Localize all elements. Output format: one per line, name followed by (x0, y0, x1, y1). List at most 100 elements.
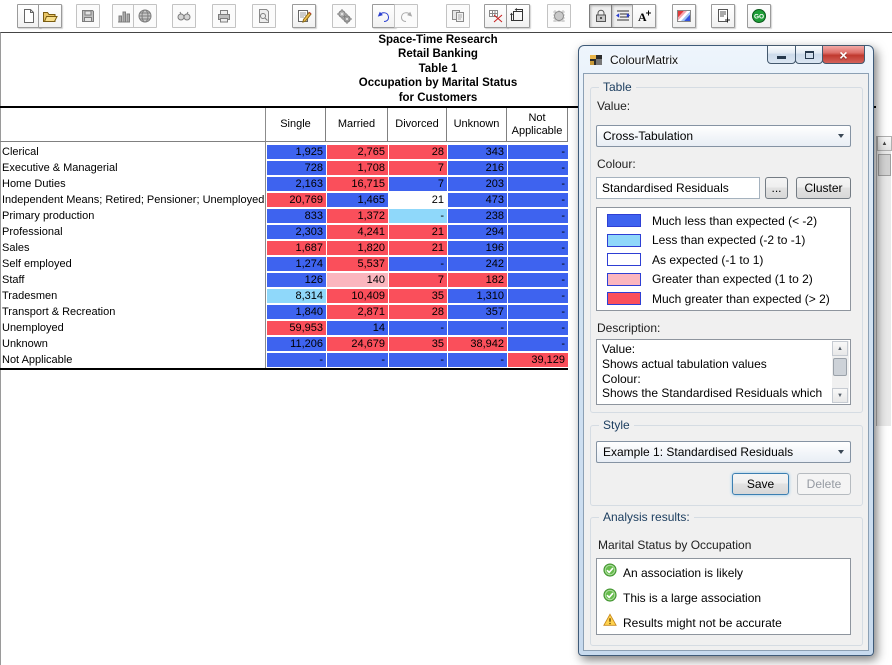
minimize-button[interactable] (767, 45, 796, 64)
row-label[interactable]: Sales (2, 240, 30, 256)
table-cell[interactable]: 1,820 (326, 240, 388, 256)
scrollbar-thumb[interactable] (833, 358, 847, 376)
table-cell[interactable]: - (507, 320, 568, 336)
table-cell[interactable]: 1,925 (266, 144, 326, 160)
table-cell[interactable]: 2,303 (266, 224, 326, 240)
table-cell[interactable]: - (507, 240, 568, 256)
table-cell[interactable]: 14 (326, 320, 388, 336)
table-cell[interactable]: 1,687 (266, 240, 326, 256)
table-cell[interactable]: - (507, 256, 568, 272)
table-cell[interactable]: 140 (326, 272, 388, 288)
row-label[interactable]: Tradesmen (2, 288, 57, 304)
table-cell[interactable]: 28 (388, 144, 447, 160)
table-cell[interactable]: - (507, 304, 568, 320)
table-cell[interactable]: 4,241 (326, 224, 388, 240)
open-folder-button[interactable] (38, 4, 62, 28)
table-cell[interactable]: 39,129 (507, 352, 568, 368)
table-cell[interactable]: 1,310 (447, 288, 507, 304)
undo-button[interactable] (372, 4, 396, 28)
table-cell[interactable]: 7 (388, 160, 447, 176)
column-header-not-applicable[interactable]: Not Applicable (507, 108, 568, 142)
table-cell[interactable]: - (507, 336, 568, 352)
table-cell[interactable]: - (388, 208, 447, 224)
legend-item[interactable]: Less than expected (-2 to -1) (597, 231, 850, 251)
scroll-up-icon[interactable]: ▲ (832, 341, 848, 356)
table-cell[interactable]: 294 (447, 224, 507, 240)
row-label[interactable]: Clerical (2, 144, 39, 160)
dialog-titlebar[interactable]: ColourMatrix × (579, 46, 873, 73)
table-cell[interactable]: 1,274 (266, 256, 326, 272)
table-cell[interactable]: 126 (266, 272, 326, 288)
table-cell[interactable]: 35 (388, 288, 447, 304)
table-cell[interactable]: 203 (447, 176, 507, 192)
browse-button[interactable]: ... (765, 177, 788, 199)
scroll-up-icon[interactable]: ▲ (877, 136, 892, 151)
table-cell[interactable]: 38,942 (447, 336, 507, 352)
table-cell[interactable]: 728 (266, 160, 326, 176)
table-cell[interactable]: - (507, 272, 568, 288)
table-cell[interactable]: 2,163 (266, 176, 326, 192)
table-cell[interactable]: 196 (447, 240, 507, 256)
table-cell[interactable]: 21 (388, 224, 447, 240)
column-header-single[interactable]: Single (266, 108, 326, 142)
table-cell[interactable]: 21 (388, 192, 447, 208)
row-label[interactable]: Home Duties (2, 176, 66, 192)
table-cell[interactable]: 11,206 (266, 336, 326, 352)
row-label[interactable]: Primary production (2, 208, 94, 224)
value-dropdown[interactable]: Cross-Tabulation (596, 125, 851, 147)
font-increase-button[interactable]: A (632, 4, 656, 28)
row-label[interactable]: Independent Means; Retired; Pensioner; U… (2, 192, 264, 208)
table-cell[interactable]: - (266, 352, 326, 368)
table-cell[interactable]: 1,708 (326, 160, 388, 176)
table-cell[interactable]: 2,871 (326, 304, 388, 320)
lock-button[interactable] (589, 4, 613, 28)
table-cell[interactable]: 1,840 (266, 304, 326, 320)
column-header-divorced[interactable]: Divorced (388, 108, 447, 142)
table-cell[interactable]: - (507, 176, 568, 192)
cluster-button[interactable]: Cluster (796, 177, 851, 199)
scrollbar-thumb[interactable] (878, 154, 891, 176)
table-cell[interactable]: 7 (388, 272, 447, 288)
table-cell[interactable]: - (388, 320, 447, 336)
table-cell[interactable]: 833 (266, 208, 326, 224)
table-cell[interactable]: - (507, 288, 568, 304)
row-label[interactable]: Staff (2, 272, 24, 288)
style-dropdown[interactable]: Example 1: Standardised Residuals (596, 441, 851, 463)
table-cell[interactable]: 343 (447, 144, 507, 160)
legend-item[interactable]: As expected (-1 to 1) (597, 250, 850, 270)
edit-annotations-button[interactable] (292, 4, 316, 28)
table-cell[interactable]: 238 (447, 208, 507, 224)
legend-item[interactable]: Greater than expected (1 to 2) (597, 270, 850, 290)
row-label[interactable]: Unemployed (2, 320, 64, 336)
scroll-down-icon[interactable]: ▼ (832, 388, 848, 403)
table-cell[interactable]: 21 (388, 240, 447, 256)
row-label[interactable]: Self employed (2, 256, 72, 272)
table-cell[interactable]: 24,679 (326, 336, 388, 352)
table-cell[interactable]: - (326, 352, 388, 368)
row-label[interactable]: Not Applicable (2, 352, 72, 368)
table-cell[interactable]: 357 (447, 304, 507, 320)
row-label[interactable]: Professional (2, 224, 63, 240)
delete-row-button[interactable] (484, 4, 508, 28)
legend-item[interactable]: Much greater than expected (> 2) (597, 289, 850, 309)
table-cell[interactable]: - (388, 256, 447, 272)
table-cell[interactable]: - (507, 144, 568, 160)
legend-item[interactable]: Much less than expected (< -2) (597, 211, 850, 231)
table-cell[interactable]: 216 (447, 160, 507, 176)
table-cell[interactable]: 7 (388, 176, 447, 192)
table-cell[interactable]: 242 (447, 256, 507, 272)
column-header-unknown[interactable]: Unknown (447, 108, 507, 142)
save-button[interactable]: Save (732, 473, 789, 495)
table-cell[interactable]: 59,953 (266, 320, 326, 336)
table-cell[interactable]: - (388, 352, 447, 368)
table-cell[interactable]: - (447, 320, 507, 336)
description-scrollbar[interactable]: ▲ ▼ (832, 341, 849, 403)
table-cell[interactable]: - (447, 352, 507, 368)
add-annotation-button[interactable] (711, 4, 735, 28)
table-cell[interactable]: 28 (388, 304, 447, 320)
colour-value-input[interactable] (596, 177, 760, 199)
table-cell[interactable]: 1,465 (326, 192, 388, 208)
maximize-button[interactable] (795, 45, 823, 64)
table-cell[interactable]: 182 (447, 272, 507, 288)
table-cell[interactable]: 473 (447, 192, 507, 208)
